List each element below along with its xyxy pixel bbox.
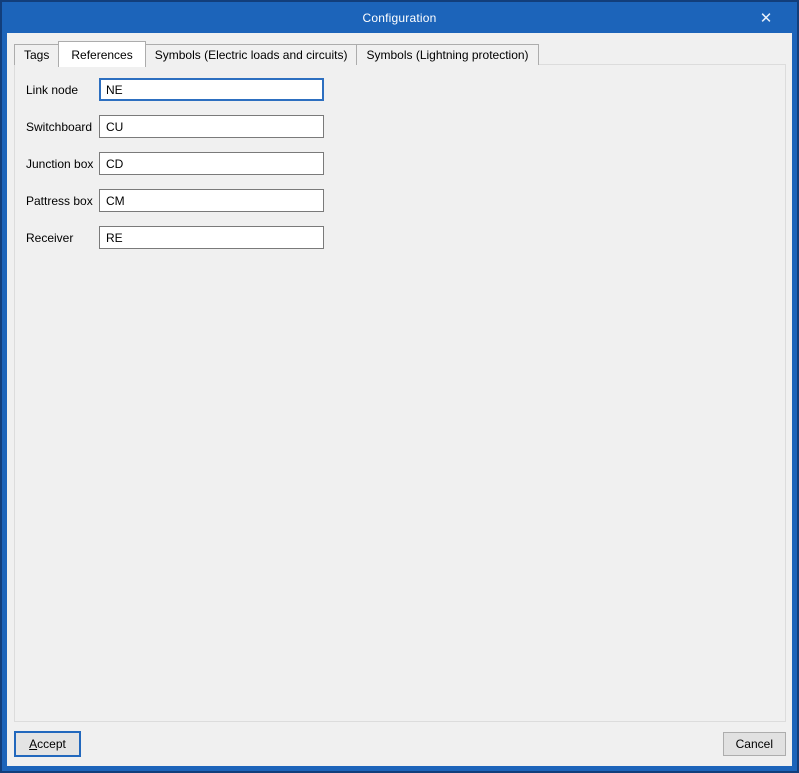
form-row-switchboard: Switchboard — [26, 115, 785, 138]
form-row-link-node: Link node — [26, 78, 785, 101]
references-tab-page: Link node Switchboard Junction box Pattr… — [14, 64, 786, 722]
configuration-dialog: Configuration ✕ Tags References Symbols … — [0, 0, 799, 773]
window-title: Configuration — [362, 10, 437, 25]
tab-symbols-electric[interactable]: Symbols (Electric loads and circuits) — [144, 44, 358, 65]
tab-label: Tags — [24, 48, 50, 62]
junction-box-input[interactable] — [99, 152, 324, 175]
close-icon[interactable]: ✕ — [749, 2, 783, 33]
tab-symbols-lightning[interactable]: Symbols (Lightning protection) — [356, 44, 539, 65]
link-node-label: Link node — [26, 82, 79, 97]
switchboard-input[interactable] — [99, 115, 324, 138]
receiver-label: Receiver — [26, 230, 74, 245]
tab-label: Symbols (Lightning protection) — [366, 48, 529, 62]
tab-tags[interactable]: Tags — [14, 44, 60, 65]
form-row-receiver: Receiver — [26, 226, 785, 249]
form-row-junction-box: Junction box — [26, 152, 785, 175]
accept-rest: ccept — [37, 737, 66, 751]
link-node-input[interactable] — [99, 78, 324, 101]
tab-references[interactable]: References — [58, 41, 146, 67]
pattress-box-input[interactable] — [99, 189, 324, 212]
dialog-footer: Accept Cancel — [7, 722, 792, 766]
dialog-body: Tags References Symbols (Electric loads … — [7, 33, 792, 766]
receiver-input[interactable] — [99, 226, 324, 249]
pattress-box-label: Pattress box — [26, 193, 93, 208]
tab-label: References — [71, 47, 133, 62]
tab-label: Symbols (Electric loads and circuits) — [154, 48, 348, 62]
titlebar: Configuration ✕ — [2, 2, 797, 33]
cancel-button[interactable]: Cancel — [722, 732, 786, 756]
cancel-label: Cancel — [735, 737, 773, 751]
junction-box-label: Junction box — [26, 156, 94, 171]
tab-strip: Tags References Symbols (Electric loads … — [14, 41, 786, 67]
accept-mnemonic: A — [29, 737, 38, 751]
switchboard-label: Switchboard — [26, 119, 93, 134]
accept-button[interactable]: Accept — [14, 731, 81, 757]
form-row-pattress-box: Pattress box — [26, 189, 785, 212]
